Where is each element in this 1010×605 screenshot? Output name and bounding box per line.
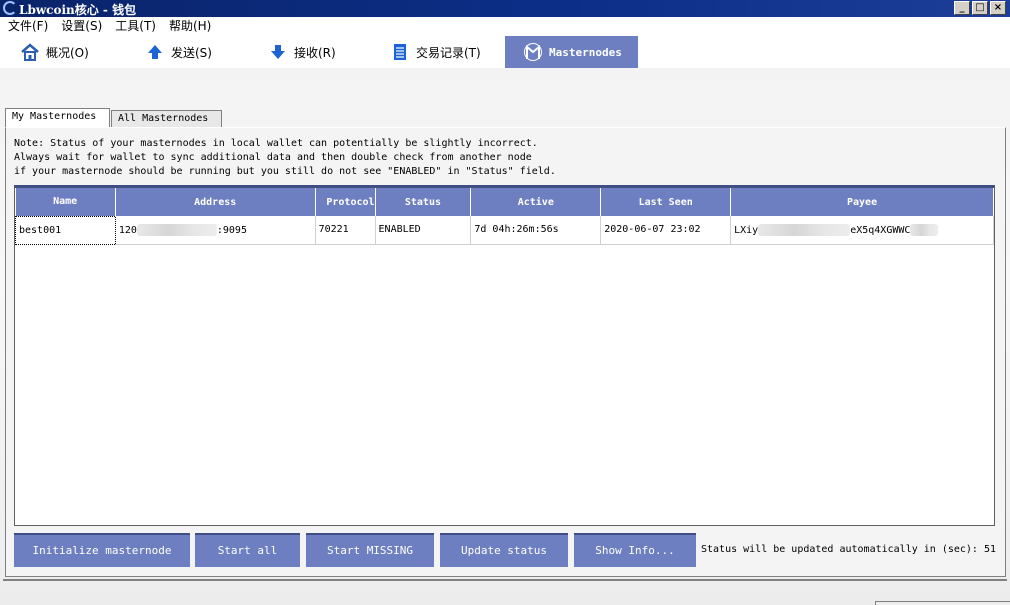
- toolbar-receive-button[interactable]: 接收(R): [268, 36, 336, 68]
- column-header-name[interactable]: Name: [15, 188, 116, 216]
- window-controls: _ □ ×: [954, 1, 1006, 15]
- note-line-1: Note: Status of your masternodes in loca…: [14, 138, 538, 149]
- tab-all-masternodes[interactable]: All Masternodes: [111, 110, 222, 127]
- cell-active[interactable]: 7d 04h:26m:56s: [470, 216, 602, 245]
- window-title: Lbwcoin核心 - 钱包: [19, 3, 137, 17]
- toolbar: 概况(O) 发送(S) 接收(R) 交易记录(T) Masternodes: [0, 35, 1010, 68]
- column-header-address[interactable]: Address: [115, 188, 316, 216]
- redacted-payee-tail: [910, 223, 939, 236]
- toolbar-masternodes-label: Masternodes: [549, 45, 622, 59]
- arrow-up-icon: [145, 42, 165, 62]
- column-header-protocol[interactable]: Protocol: [315, 188, 376, 216]
- masternodes-table[interactable]: Name Address Protocol Status Active Last…: [14, 185, 995, 526]
- table-row[interactable]: best001 120 :9095 70221 ENABLED 7d 04h:26…: [15, 215, 994, 245]
- auto-update-seconds: 51: [983, 544, 997, 555]
- start-all-button[interactable]: Start all: [195, 533, 300, 567]
- cell-name[interactable]: best001: [15, 215, 116, 245]
- status-bar-edge: [875, 601, 1010, 605]
- tab-my-masternodes[interactable]: My Masternodes: [5, 108, 110, 128]
- cell-status[interactable]: ENABLED: [375, 216, 472, 245]
- menu-tools[interactable]: 工具(T): [115, 17, 156, 35]
- title-bar: Lbwcoin核心 - 钱包 _ □ ×: [0, 0, 1010, 17]
- start-missing-button[interactable]: Start MISSING: [306, 533, 434, 567]
- initialize-masternode-button[interactable]: Initialize masternode: [14, 533, 190, 567]
- toolbar-overview-button[interactable]: 概况(O): [20, 36, 89, 68]
- redacted-address: [136, 223, 217, 236]
- address-start: 120: [118, 224, 137, 236]
- minimize-button[interactable]: _: [954, 1, 970, 15]
- auto-update-status: Status will be updated automatically in …: [701, 544, 996, 555]
- toolbar-transactions-label: 交易记录(T): [416, 45, 481, 60]
- close-button[interactable]: ×: [990, 1, 1006, 15]
- home-icon: [20, 42, 40, 62]
- update-status-button[interactable]: Update status: [440, 533, 568, 567]
- toolbar-send-button[interactable]: 发送(S): [145, 36, 212, 68]
- table-header-row: Name Address Protocol Status Active Last…: [15, 188, 994, 216]
- show-info-button[interactable]: Show Info...: [574, 533, 696, 567]
- list-icon: [390, 42, 410, 62]
- sync-note: Note: Status of your masternodes in loca…: [14, 137, 556, 179]
- toolbar-send-label: 发送(S): [171, 45, 212, 60]
- toolbar-masternodes-button[interactable]: Masternodes: [505, 36, 638, 68]
- column-header-payee[interactable]: Payee: [730, 188, 994, 216]
- redacted-payee: [758, 223, 851, 236]
- menu-settings[interactable]: 设置(S): [61, 17, 102, 35]
- menu-bar: 文件(F) 设置(S) 工具(T) 帮助(H): [0, 17, 1010, 35]
- payee-end: eX5q4XGWWC: [850, 224, 911, 236]
- cell-last-seen[interactable]: 2020-06-07 23:02: [600, 216, 732, 245]
- auto-update-label: Status will be updated automatically in …: [701, 544, 978, 555]
- status-bar-divider: [3, 579, 1007, 581]
- column-header-active[interactable]: Active: [470, 188, 602, 216]
- menu-file[interactable]: 文件(F): [8, 17, 48, 35]
- menu-help[interactable]: 帮助(H): [169, 17, 211, 35]
- masternode-icon: [523, 42, 543, 62]
- cell-address[interactable]: 120 :9095: [115, 216, 316, 245]
- cell-protocol[interactable]: 70221: [315, 216, 376, 245]
- column-header-status[interactable]: Status: [375, 188, 472, 216]
- note-line-2: Always wait for wallet to sync additiona…: [14, 152, 532, 163]
- note-line-3: if your masternode should be running but…: [14, 166, 556, 177]
- toolbar-overview-label: 概况(O): [46, 45, 89, 60]
- toolbar-receive-label: 接收(R): [294, 45, 336, 60]
- address-end: :9095: [216, 224, 247, 236]
- column-header-last-seen[interactable]: Last Seen: [600, 188, 732, 216]
- payee-start: LXiy: [734, 224, 759, 236]
- cell-payee[interactable]: LXiy eX5q4XGWWC: [730, 216, 994, 245]
- arrow-down-icon: [268, 42, 288, 62]
- app-logo-icon: [3, 1, 17, 15]
- toolbar-transactions-button[interactable]: 交易记录(T): [390, 36, 481, 68]
- maximize-button[interactable]: □: [972, 1, 988, 15]
